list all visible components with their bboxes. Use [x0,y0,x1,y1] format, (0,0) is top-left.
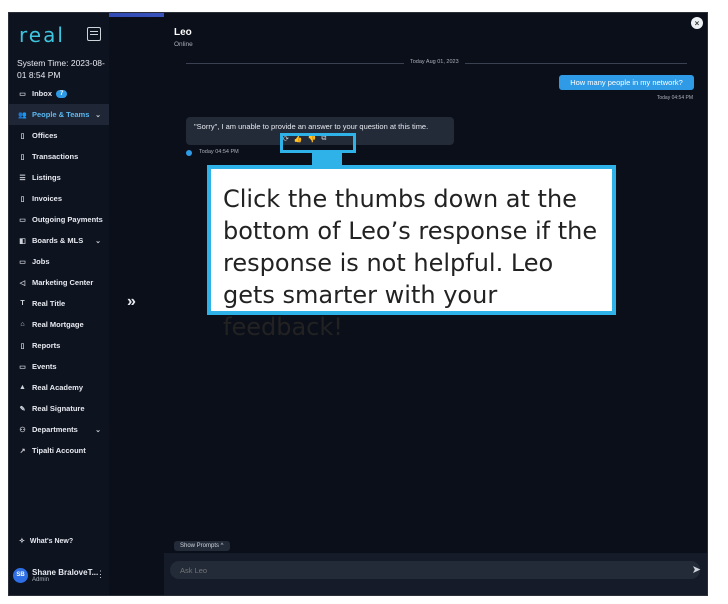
sidebar-item-people-teams[interactable]: 👥 People & Teams ⌄ [9,104,109,125]
sidebar-item-marketing-center[interactable]: ◁ Marketing Center [9,272,109,293]
user-message-time: Today 04:54 PM [656,95,693,101]
chat-title: Leo [174,27,192,38]
transactions-icon: ▯ [20,153,25,161]
chevron-down-icon[interactable]: ⌄ [95,111,101,119]
show-prompts-button[interactable]: Show Prompts ^ [174,541,230,551]
sidebar-item-label: Events [32,362,57,371]
composer: ➤ [164,553,707,595]
sidebar-item-boards-mls[interactable]: ◧ Boards & MLS ⌄ [9,230,109,251]
menu-toggle-icon[interactable] [87,27,101,41]
megaphone-icon: ◁ [19,279,26,287]
boards-icon: ◧ [19,237,26,245]
list-icon: ☰ [19,174,26,182]
sidebar-item-real-signature[interactable]: ✎ Real Signature [9,398,109,419]
jobs-icon: ▭ [19,258,26,266]
sidebar-item-offices[interactable]: ▯ Offices [9,125,109,146]
app-window: real System Time: 2023-08-01 8:54 PM ▭ In… [8,12,708,596]
user-profile[interactable]: SB Shane BraloveT... Admin ⋮ [13,563,107,587]
sidebar-item-label: Real Signature [32,404,85,413]
sidebar-item-inbox[interactable]: ▭ Inbox 7 [9,83,109,104]
sidebar-item-invoices[interactable]: ▯ Invoices [9,188,109,209]
kebab-menu-icon[interactable]: ⋮ [96,569,105,580]
sidebar: real System Time: 2023-08-01 8:54 PM ▭ In… [9,13,109,595]
chevron-down-icon[interactable]: ⌄ [95,237,101,245]
sidebar-item-label: Listings [32,173,61,182]
reports-icon: ▯ [20,342,25,350]
sidebar-item-label: Boards & MLS [32,236,84,245]
sidebar-item-outgoing-payments[interactable]: ▭ Outgoing Payments [9,209,109,230]
sidebar-item-label: Tipalti Account [32,446,86,455]
user-message: How many people in my network? [559,75,694,90]
sidebar-item-jobs[interactable]: ▭ Jobs [9,251,109,272]
send-icon[interactable]: ➤ [692,563,701,576]
academy-icon: ▲ [19,384,26,391]
people-icon: 👥 [18,111,27,119]
sidebar-item-tipalti-account[interactable]: ↗ Tipalti Account [9,440,109,461]
inbox-count-badge: 7 [56,89,68,98]
sidebar-item-real-mortgage[interactable]: ⌂ Real Mortgage [9,314,109,335]
sidebar-item-label: Outgoing Payments [32,215,103,224]
sidebar-item-label: Invoices [32,194,63,203]
bot-message-time: Today 04:54 PM [199,149,239,155]
sidebar-item-events[interactable]: ▭ Events [9,356,109,377]
sidebar-item-label: Real Title [32,299,66,308]
sidebar-item-label: Jobs [32,257,50,266]
sidebar-item-label: Real Mortgage [32,320,84,329]
sidebar-item-real-academy[interactable]: ▲ Real Academy [9,377,109,398]
system-time: System Time: 2023-08-01 8:54 PM [17,58,105,80]
title-icon: T [20,300,25,307]
sidebar-item-transactions[interactable]: ▯ Transactions [9,146,109,167]
events-icon: ▭ [19,363,26,371]
sidebar-nav: ▭ Inbox 7 👥 People & Teams ⌄ ▯ Offices ▯ Transact… [9,83,109,461]
sidebar-item-real-title[interactable]: T Real Title [9,293,109,314]
date-divider-label: Today Aug 01, 2023 [404,59,465,65]
bot-message-text: "Sorry", I am unable to provide an answe… [194,122,429,131]
signature-icon: ✎ [19,405,26,413]
chat-status: Online [174,41,193,48]
ask-leo-input[interactable] [170,561,700,579]
sidebar-item-reports[interactable]: ▯ Reports [9,335,109,356]
invoice-icon: ▯ [20,195,25,203]
chevron-down-icon[interactable]: ⌄ [95,426,101,434]
sidebar-item-listings[interactable]: ☰ Listings [9,167,109,188]
sidebar-item-label: Marketing Center [32,278,94,287]
office-icon: ▯ [20,132,25,140]
sidebar-item-label: Transactions [32,152,79,161]
tutorial-callout: Click the thumbs down at the bottom of L… [207,165,616,341]
whats-new-button[interactable]: ✧ What's New? [19,537,74,546]
sidebar-item-label: Departments [32,425,78,434]
sidebar-item-label: Real Academy [32,383,83,392]
sparkle-icon: ✧ [19,538,25,545]
chat-panel: Leo Online Today Aug 01, 2023 How many p… [164,13,707,595]
actions-highlight [280,133,356,153]
departments-icon: ⚇ [19,426,26,434]
external-link-icon: ↗ [19,447,26,455]
real-logo[interactable]: real [19,23,65,47]
inbox-icon: ▭ [19,90,26,98]
avatar: SB [13,567,28,583]
sidebar-item-label: Offices [32,131,58,140]
whats-new-label: What's New? [29,537,74,545]
bank-icon: ⌂ [20,321,25,328]
sidebar-item-label: People & Teams [32,110,90,119]
bot-avatar-dot [186,150,192,156]
user-role: Admin [32,576,50,583]
expand-chevron-icon[interactable]: » [127,293,136,311]
payment-icon: ▭ [19,216,26,224]
close-icon[interactable]: × [691,17,703,29]
sidebar-item-label: Inbox [32,89,52,98]
user-name: Shane BraloveT... [32,567,99,577]
sidebar-item-departments[interactable]: ⚇ Departments ⌄ [9,419,109,440]
sidebar-item-label: Reports [32,341,61,350]
